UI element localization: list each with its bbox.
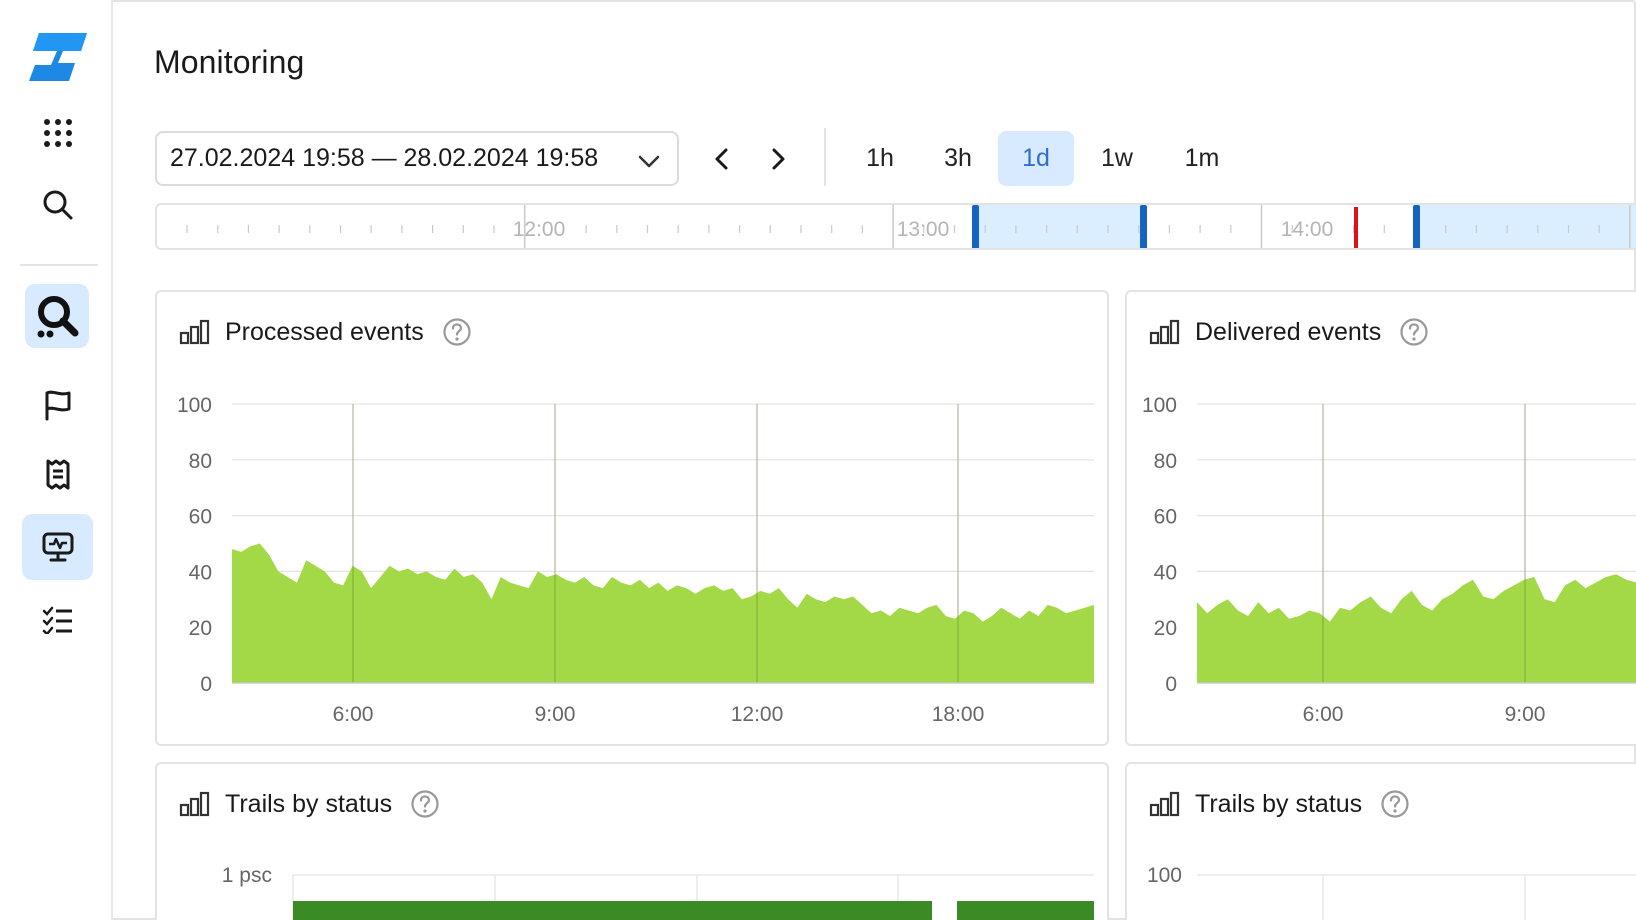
timeline-handle-left[interactable] xyxy=(972,205,979,250)
period-1d[interactable]: 1d xyxy=(998,131,1074,186)
help-icon[interactable] xyxy=(1399,317,1429,347)
sidebar-item-monitoring[interactable] xyxy=(22,514,93,580)
audit-trails-icon xyxy=(37,296,79,338)
y-tick-label: 0 xyxy=(1165,673,1177,696)
y-tick-label: 100 xyxy=(177,394,212,417)
toolbar-separator xyxy=(824,128,826,186)
y-tick-label: 40 xyxy=(189,561,212,584)
sidebar-item-audit-trails[interactable] xyxy=(25,284,89,348)
brand-logo[interactable] xyxy=(22,24,93,90)
timeline-now-marker xyxy=(1354,207,1358,248)
period-3h[interactable]: 3h xyxy=(920,131,996,186)
receipt-icon xyxy=(46,459,69,490)
y-tick-label: 0 xyxy=(200,673,212,696)
area-series xyxy=(232,543,1094,683)
sidebar-separator xyxy=(20,264,98,266)
timeline-label-13: 13:00 xyxy=(897,218,950,241)
chart-bars-icon[interactable] xyxy=(1149,791,1181,817)
help-icon[interactable] xyxy=(1380,789,1410,819)
x-tick-label: 18:00 xyxy=(932,703,985,726)
y-tick-label: 100 xyxy=(1142,394,1177,417)
timeline-handle-right[interactable] xyxy=(1140,205,1147,250)
chevron-down-icon xyxy=(638,155,660,168)
x-tick-label: 9:00 xyxy=(1505,703,1546,726)
sidebar-item-checklist[interactable] xyxy=(22,587,93,653)
panel-delivered-events: 100 80 60 40 20 0 6:00 9:00 Delivered events xyxy=(1125,290,1636,746)
y-tick-label: 20 xyxy=(189,617,212,640)
x-tick-label: 9:00 xyxy=(535,703,576,726)
delivered-events-chart: 100 80 60 40 20 0 6:00 9:00 xyxy=(1142,394,1636,726)
panel-title: Delivered events xyxy=(1195,317,1382,346)
date-range-select[interactable]: 27.02.2024 19:58 — 28.02.2024 19:58 xyxy=(155,131,679,186)
date-range-value: 27.02.2024 19:58 — 28.02.2024 19:58 xyxy=(170,144,599,172)
y-tick-label: 20 xyxy=(1154,617,1177,640)
apps-button[interactable] xyxy=(22,100,93,166)
search-button[interactable] xyxy=(22,172,93,238)
processed-events-chart: 100 80 60 40 20 0 6:00 9:00 12:00 18:00 xyxy=(177,394,1094,726)
panel-title: Trails by status xyxy=(225,789,393,818)
chevron-left-icon xyxy=(715,148,728,170)
period-1h[interactable]: 1h xyxy=(842,131,918,186)
sidebar-item-receipt[interactable] xyxy=(22,442,93,508)
y-tick-label: 60 xyxy=(1154,506,1177,529)
panel-trails-by-status: 1 psc Trails by status xyxy=(155,762,1109,920)
brand-logo-icon xyxy=(28,33,87,81)
y-tick-label: 60 xyxy=(189,506,212,529)
help-icon[interactable] xyxy=(410,789,440,819)
timeline[interactable]: 12:00 13:00 14:00 xyxy=(155,203,1636,250)
timeline-selection[interactable] xyxy=(975,205,1143,250)
y-tick-label: 80 xyxy=(1154,450,1177,473)
panel-title: Processed events xyxy=(225,317,424,346)
y-tick-label: 1 psc xyxy=(222,864,272,887)
timeline-label-14: 14:00 xyxy=(1281,218,1334,241)
panel-title: Trails by status xyxy=(1195,789,1363,818)
panel-trails-by-status-2: 100 Trails by status xyxy=(1125,762,1636,920)
chart-bars-icon[interactable] xyxy=(179,791,211,817)
timeline-ruler: 12:00 13:00 14:00 xyxy=(186,205,1636,250)
next-range-button[interactable] xyxy=(756,137,800,181)
page-title: Monitoring xyxy=(154,44,305,80)
help-icon[interactable] xyxy=(442,317,472,347)
timeline-label-12: 12:00 xyxy=(513,218,566,241)
status-bar xyxy=(957,901,1094,920)
y-tick-label: 80 xyxy=(189,450,212,473)
status-bar xyxy=(293,901,932,920)
monitor-chart-icon xyxy=(42,532,73,562)
chart-bars-icon[interactable] xyxy=(1149,319,1181,345)
timeline-handle-left-2[interactable] xyxy=(1413,205,1420,250)
y-tick-label: 100 xyxy=(1147,864,1182,887)
sidebar-item-flag[interactable] xyxy=(22,372,93,438)
panel-processed-events: 100 80 60 40 20 0 6:00 9:00 12:00 18:00 Processed… xyxy=(155,290,1109,746)
prev-range-button[interactable] xyxy=(700,137,744,181)
period-1m[interactable]: 1m xyxy=(1164,131,1240,186)
x-tick-label: 6:00 xyxy=(1303,703,1344,726)
chevron-right-icon xyxy=(772,148,785,170)
x-tick-label: 12:00 xyxy=(731,703,784,726)
y-tick-label: 40 xyxy=(1154,561,1177,584)
chart-bars-icon[interactable] xyxy=(179,319,211,345)
checklist-icon xyxy=(42,606,72,634)
flag-icon xyxy=(45,390,70,421)
area-series xyxy=(1197,574,1636,683)
sidebar xyxy=(0,0,113,920)
search-icon xyxy=(43,190,72,220)
period-1w[interactable]: 1w xyxy=(1079,131,1155,186)
grid-dots-icon xyxy=(43,119,72,147)
x-tick-label: 6:00 xyxy=(333,703,374,726)
timeline-selection-2[interactable] xyxy=(1416,205,1636,250)
